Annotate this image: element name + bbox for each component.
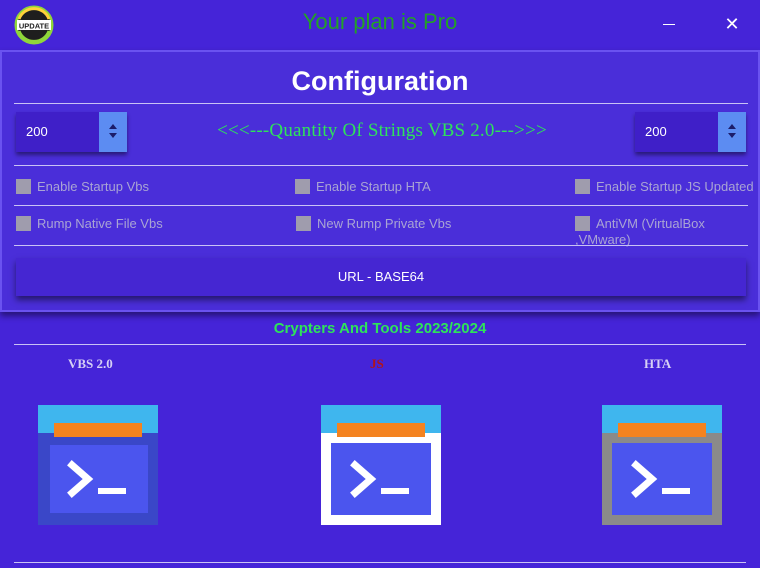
title-bar: UPDATE Your plan is Pro ✕ xyxy=(0,0,760,48)
divider xyxy=(14,103,748,104)
checkbox-enable-startup-hta[interactable]: Enable Startup HTA xyxy=(295,178,431,196)
checkbox-box[interactable] xyxy=(575,179,590,195)
divider xyxy=(14,344,746,345)
hta-terminal-icon[interactable] xyxy=(602,405,722,525)
checkbox-label: Enable Startup JS Updated xyxy=(596,179,754,195)
checkbox-box[interactable] xyxy=(16,179,31,195)
crypters-title: Crypters And Tools 2023/2024 xyxy=(273,320,487,337)
plan-title: Your plan is Pro xyxy=(302,9,458,34)
checkbox-new-rump-private-vbs[interactable]: New Rump Private Vbs xyxy=(296,215,451,233)
checkbox-label: New Rump Private Vbs xyxy=(317,216,452,232)
url-base64-button[interactable]: URL - BASE64 xyxy=(16,258,746,296)
divider xyxy=(14,165,748,166)
checkbox-box[interactable] xyxy=(295,179,310,195)
checkbox-label: Rump Native File Vbs xyxy=(37,216,163,232)
checkbox-label: Enable Startup Vbs xyxy=(37,179,150,195)
minimize-icon[interactable] xyxy=(655,10,683,38)
configuration-title: Configuration xyxy=(291,66,469,96)
tool-label-js: JS xyxy=(370,356,384,371)
checkbox-label: Enable Startup HTA xyxy=(316,179,431,195)
tool-label-vbs: VBS 2.0 xyxy=(68,356,113,371)
checkbox-enable-startup-js[interactable]: Enable Startup JS Updated xyxy=(575,178,754,196)
checkbox-antivm[interactable]: AntiVM (VirtualBox ,VMware) xyxy=(575,215,758,247)
divider xyxy=(14,205,748,206)
checkbox-box[interactable] xyxy=(16,216,31,232)
divider xyxy=(14,562,746,563)
checkbox-rump-native-file-vbs[interactable]: Rump Native File Vbs xyxy=(16,215,163,233)
checkbox-box[interactable] xyxy=(575,216,590,232)
spinner-arrows-icon[interactable] xyxy=(718,112,746,152)
js-terminal-icon[interactable] xyxy=(321,405,441,525)
close-icon[interactable]: ✕ xyxy=(718,10,746,38)
vbs-terminal-icon[interactable] xyxy=(38,405,158,525)
right-quantity-spinner[interactable]: 200 xyxy=(635,112,746,152)
configuration-panel: Configuration 200 <<<---Quantity Of Stri… xyxy=(0,50,760,312)
tool-label-hta: HTA xyxy=(644,356,672,371)
divider xyxy=(14,245,748,246)
right-quantity-value[interactable]: 200 xyxy=(645,124,667,139)
checkbox-enable-startup-vbs[interactable]: Enable Startup Vbs xyxy=(16,178,149,196)
checkbox-box[interactable] xyxy=(296,216,311,232)
checkbox-label: AntiVM (VirtualBox ,VMware) xyxy=(575,216,705,248)
